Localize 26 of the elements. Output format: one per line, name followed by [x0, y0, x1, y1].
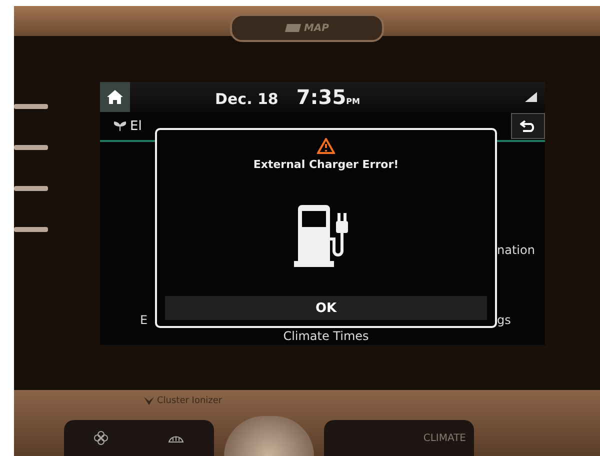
menu-item[interactable]: Climate Times	[283, 329, 369, 343]
climate-control-button[interactable]	[64, 420, 214, 456]
home-icon	[107, 90, 123, 104]
sprout-icon	[114, 121, 126, 131]
climate-button[interactable]: CLIMATE	[324, 420, 474, 456]
menu-item[interactable]: E	[140, 313, 155, 327]
date-text: Dec. 18	[215, 90, 278, 108]
header-title: El	[130, 118, 143, 134]
warning-icon	[317, 138, 335, 154]
hardware-button[interactable]	[14, 145, 48, 150]
signal-icon	[525, 92, 537, 102]
home-button[interactable]	[100, 82, 130, 112]
slot-label: MAP	[304, 22, 330, 34]
ionizer-label: Cluster Ionizer	[157, 396, 222, 406]
hardware-button[interactable]	[14, 104, 48, 109]
menu-item[interactable]: nation	[497, 243, 545, 257]
hardware-button[interactable]	[14, 186, 48, 191]
dialog-title: External Charger Error!	[253, 158, 399, 171]
ok-button[interactable]: OK	[165, 296, 487, 320]
back-icon	[520, 120, 536, 132]
menu-item[interactable]: gs	[497, 313, 545, 327]
meridiem-text: PM	[346, 97, 360, 106]
back-button[interactable]	[511, 113, 545, 139]
time-text: 7:35	[296, 85, 346, 109]
fan-icon	[94, 431, 108, 445]
hardware-button[interactable]	[14, 227, 48, 232]
